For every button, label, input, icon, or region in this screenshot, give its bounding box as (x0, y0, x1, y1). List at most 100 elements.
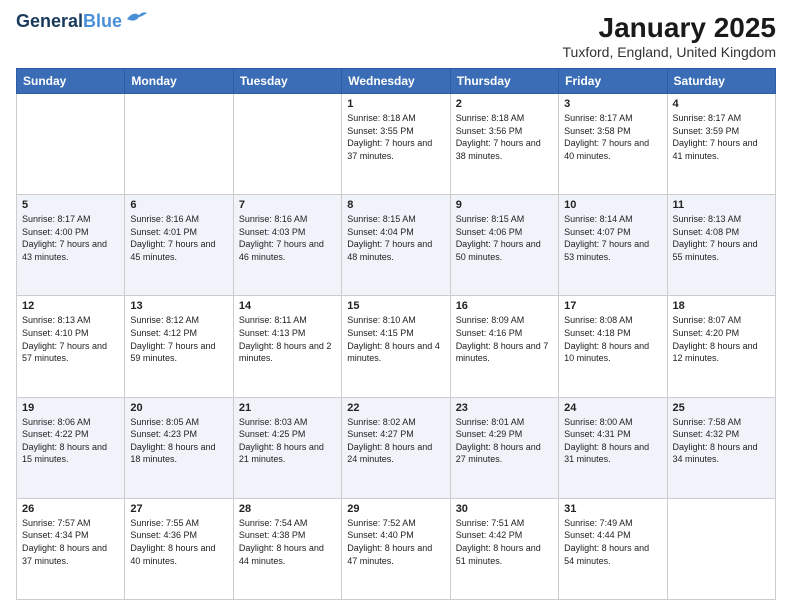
calendar-week-row: 26Sunrise: 7:57 AM Sunset: 4:34 PM Dayli… (17, 498, 776, 599)
calendar-week-row: 1 Sunrise: 8:18 AM Sunset: 3:55 PM Daylig… (17, 94, 776, 195)
day-info: Sunrise: 8:08 AM Sunset: 4:18 PM Dayligh… (564, 314, 661, 364)
title-block: January 2025 Tuxford, England, United Ki… (563, 12, 777, 60)
day-number: 19 (22, 402, 119, 414)
day-info: Sunrise: 8:18 AM Sunset: 3:55 PM Dayligh… (347, 112, 444, 162)
day-info: Sunrise: 8:15 AM Sunset: 4:06 PM Dayligh… (456, 213, 553, 263)
day-number: 17 (564, 300, 661, 312)
table-row (667, 498, 775, 599)
col-thursday: Thursday (450, 69, 558, 94)
table-row (233, 94, 341, 195)
day-info: Sunrise: 8:13 AM Sunset: 4:10 PM Dayligh… (22, 314, 119, 364)
day-info: Sunrise: 7:55 AM Sunset: 4:36 PM Dayligh… (130, 517, 227, 567)
table-row (17, 94, 125, 195)
table-row: 24 Sunrise: 8:00 AM Sunset: 4:31 PM Dayli… (559, 397, 667, 498)
col-sunday: Sunday (17, 69, 125, 94)
table-row: 31 Sunrise: 7:49 AM Sunset: 4:44 PM Dayli… (559, 498, 667, 599)
table-row: 19 Sunrise: 8:06 AM Sunset: 4:22 PM Dayli… (17, 397, 125, 498)
day-number: 20 (130, 402, 227, 414)
day-info: Sunrise: 8:06 AM Sunset: 4:22 PM Dayligh… (22, 416, 119, 466)
table-row: 5Sunrise: 8:17 AM Sunset: 4:00 PM Daylig… (17, 195, 125, 296)
day-info: Sunrise: 8:17 AM Sunset: 3:58 PM Dayligh… (564, 112, 661, 162)
day-number: 23 (456, 402, 553, 414)
table-row: 14Sunrise: 8:11 AM Sunset: 4:13 PM Dayli… (233, 296, 341, 397)
day-info: Sunrise: 8:11 AM Sunset: 4:13 PM Dayligh… (239, 314, 336, 364)
day-info: Sunrise: 8:17 AM Sunset: 3:59 PM Dayligh… (673, 112, 770, 162)
day-number: 1 (347, 98, 444, 110)
table-row: 6 Sunrise: 8:16 AM Sunset: 4:01 PM Daylig… (125, 195, 233, 296)
day-info: Sunrise: 8:12 AM Sunset: 4:12 PM Dayligh… (130, 314, 227, 364)
table-row: 10 Sunrise: 8:14 AM Sunset: 4:07 PM Dayli… (559, 195, 667, 296)
table-row: 30 Sunrise: 7:51 AM Sunset: 4:42 PM Dayli… (450, 498, 558, 599)
day-number: 22 (347, 402, 444, 414)
table-row: 15Sunrise: 8:10 AM Sunset: 4:15 PM Dayli… (342, 296, 450, 397)
day-number: 15 (347, 300, 444, 312)
day-number: 28 (239, 503, 336, 515)
calendar-week-row: 12 Sunrise: 8:13 AM Sunset: 4:10 PM Dayli… (17, 296, 776, 397)
table-row: 27 Sunrise: 7:55 AM Sunset: 4:36 PM Dayli… (125, 498, 233, 599)
table-row: 11 Sunrise: 8:13 AM Sunset: 4:08 PM Dayli… (667, 195, 775, 296)
day-number: 2 (456, 98, 553, 110)
day-number: 30 (456, 503, 553, 515)
day-info: Sunrise: 8:14 AM Sunset: 4:07 PM Dayligh… (564, 213, 661, 263)
day-number: 21 (239, 402, 336, 414)
page: GeneralBlue January 2025 Tuxford, Englan… (0, 0, 792, 612)
day-number: 13 (130, 300, 227, 312)
table-row: 17 Sunrise: 8:08 AM Sunset: 4:18 PM Dayli… (559, 296, 667, 397)
day-info: Sunrise: 8:09 AM Sunset: 4:16 PM Dayligh… (456, 314, 553, 364)
table-row: 22 Sunrise: 8:02 AM Sunset: 4:27 PM Dayli… (342, 397, 450, 498)
main-title: January 2025 (563, 12, 777, 44)
day-info: Sunrise: 8:15 AM Sunset: 4:04 PM Dayligh… (347, 213, 444, 263)
day-info: Sunrise: 8:16 AM Sunset: 4:03 PM Dayligh… (239, 213, 336, 263)
table-row: 21 Sunrise: 8:03 AM Sunset: 4:25 PM Dayli… (233, 397, 341, 498)
day-info: Sunrise: 7:58 AM Sunset: 4:32 PM Dayligh… (673, 416, 770, 466)
table-row: 13 Sunrise: 8:12 AM Sunset: 4:12 PM Dayli… (125, 296, 233, 397)
day-info: Sunrise: 8:00 AM Sunset: 4:31 PM Dayligh… (564, 416, 661, 466)
logo-text: GeneralBlue (16, 12, 122, 32)
day-number: 3 (564, 98, 661, 110)
day-info: Sunrise: 8:07 AM Sunset: 4:20 PM Dayligh… (673, 314, 770, 364)
col-friday: Friday (559, 69, 667, 94)
table-row: 16Sunrise: 8:09 AM Sunset: 4:16 PM Dayli… (450, 296, 558, 397)
day-info: Sunrise: 7:54 AM Sunset: 4:38 PM Dayligh… (239, 517, 336, 567)
col-saturday: Saturday (667, 69, 775, 94)
day-info: Sunrise: 7:49 AM Sunset: 4:44 PM Dayligh… (564, 517, 661, 567)
day-info: Sunrise: 8:02 AM Sunset: 4:27 PM Dayligh… (347, 416, 444, 466)
day-number: 12 (22, 300, 119, 312)
table-row: 25 Sunrise: 7:58 AM Sunset: 4:32 PM Dayli… (667, 397, 775, 498)
day-info: Sunrise: 8:13 AM Sunset: 4:08 PM Dayligh… (673, 213, 770, 263)
day-number: 26 (22, 503, 119, 515)
day-number: 10 (564, 199, 661, 211)
table-row: 8Sunrise: 8:15 AM Sunset: 4:04 PM Daylig… (342, 195, 450, 296)
day-number: 31 (564, 503, 661, 515)
day-number: 9 (456, 199, 553, 211)
day-info: Sunrise: 8:16 AM Sunset: 4:01 PM Dayligh… (130, 213, 227, 263)
col-wednesday: Wednesday (342, 69, 450, 94)
day-info: Sunrise: 8:17 AM Sunset: 4:00 PM Dayligh… (22, 213, 119, 263)
table-row: 3 Sunrise: 8:17 AM Sunset: 3:58 PM Daylig… (559, 94, 667, 195)
table-row: 20 Sunrise: 8:05 AM Sunset: 4:23 PM Dayli… (125, 397, 233, 498)
header: GeneralBlue January 2025 Tuxford, Englan… (16, 12, 776, 60)
calendar-header-row: Sunday Monday Tuesday Wednesday Thursday… (17, 69, 776, 94)
day-info: Sunrise: 7:51 AM Sunset: 4:42 PM Dayligh… (456, 517, 553, 567)
day-info: Sunrise: 8:18 AM Sunset: 3:56 PM Dayligh… (456, 112, 553, 162)
table-row: 9 Sunrise: 8:15 AM Sunset: 4:06 PM Daylig… (450, 195, 558, 296)
table-row: 2 Sunrise: 8:18 AM Sunset: 3:56 PM Daylig… (450, 94, 558, 195)
table-row: 4Sunrise: 8:17 AM Sunset: 3:59 PM Daylig… (667, 94, 775, 195)
table-row: 23 Sunrise: 8:01 AM Sunset: 4:29 PM Dayli… (450, 397, 558, 498)
calendar-table: Sunday Monday Tuesday Wednesday Thursday… (16, 68, 776, 600)
table-row (125, 94, 233, 195)
col-tuesday: Tuesday (233, 69, 341, 94)
table-row: 26Sunrise: 7:57 AM Sunset: 4:34 PM Dayli… (17, 498, 125, 599)
day-number: 25 (673, 402, 770, 414)
day-number: 11 (673, 199, 770, 211)
day-info: Sunrise: 8:01 AM Sunset: 4:29 PM Dayligh… (456, 416, 553, 466)
calendar-week-row: 5Sunrise: 8:17 AM Sunset: 4:00 PM Daylig… (17, 195, 776, 296)
day-info: Sunrise: 8:03 AM Sunset: 4:25 PM Dayligh… (239, 416, 336, 466)
day-number: 27 (130, 503, 227, 515)
logo: GeneralBlue (16, 12, 147, 32)
day-number: 24 (564, 402, 661, 414)
day-info: Sunrise: 8:05 AM Sunset: 4:23 PM Dayligh… (130, 416, 227, 466)
subtitle: Tuxford, England, United Kingdom (563, 44, 777, 60)
day-number: 6 (130, 199, 227, 211)
table-row: 7Sunrise: 8:16 AM Sunset: 4:03 PM Daylig… (233, 195, 341, 296)
